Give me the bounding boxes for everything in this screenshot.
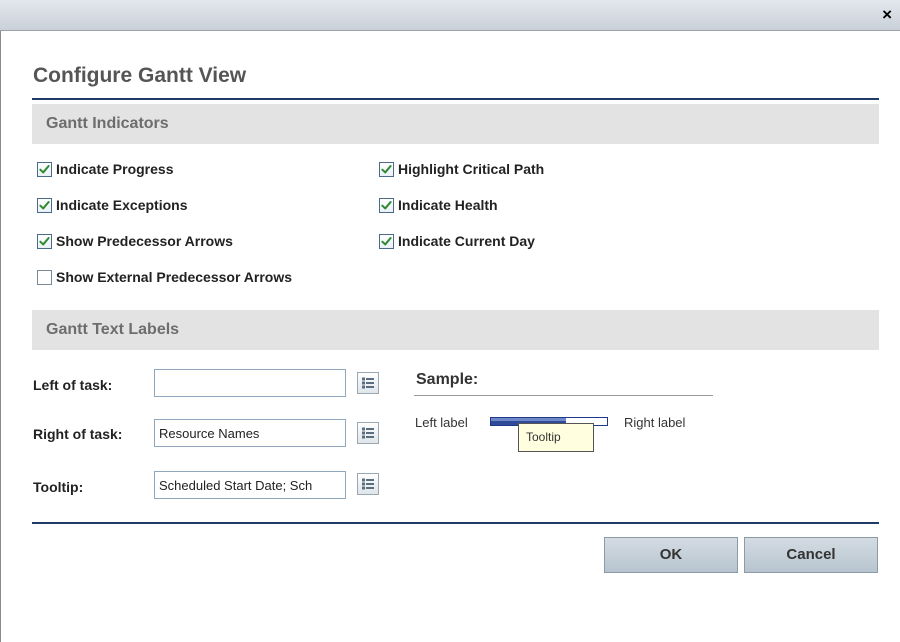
checkbox-box[interactable]: [37, 197, 52, 213]
window-titlebar: ×: [0, 0, 900, 31]
checkbox-box[interactable]: [37, 161, 52, 177]
section-header-gantt-indicators: Gantt Indicators: [32, 104, 879, 144]
checkbox-indicate-health[interactable]: Indicate Health: [379, 195, 498, 215]
tooltip-list-button[interactable]: [357, 473, 379, 495]
checkmark-icon: [39, 236, 50, 245]
left-of-task-label: Left of task:: [33, 377, 113, 393]
checkbox-label: Indicate Exceptions: [56, 197, 188, 213]
sample-right-label: Right label: [624, 415, 686, 430]
left-of-task-input[interactable]: [154, 369, 346, 397]
right-of-task-list-button[interactable]: [357, 422, 379, 444]
checkbox-indicate-progress[interactable]: Indicate Progress: [37, 159, 174, 179]
sample-gantt-progress-highlight: [491, 418, 567, 421]
sample-tooltip: Tooltip: [518, 423, 594, 452]
checkbox-label: Indicate Progress: [56, 161, 174, 177]
checkbox-show-predecessor-arrows[interactable]: Show Predecessor Arrows: [37, 231, 233, 251]
checkbox-box[interactable]: [37, 233, 52, 249]
close-icon[interactable]: ×: [882, 6, 892, 24]
checkmark-icon: [381, 200, 392, 209]
checkmark-icon: [39, 200, 50, 209]
list-icon: [362, 427, 374, 439]
right-of-task-label: Right of task:: [33, 426, 123, 442]
checkbox-label: Indicate Current Day: [398, 233, 535, 249]
checkmark-icon: [381, 236, 392, 245]
checkmark-icon: [39, 164, 50, 173]
list-icon: [362, 478, 374, 490]
checkbox-label: Show External Predecessor Arrows: [56, 269, 293, 285]
list-icon: [362, 377, 374, 389]
checkbox-label: Highlight Critical Path: [398, 161, 545, 177]
checkbox-box[interactable]: [379, 161, 394, 177]
section-header-gantt-text-labels: Gantt Text Labels: [32, 310, 879, 350]
title-divider: [32, 98, 879, 100]
checkbox-highlight-critical-path[interactable]: Highlight Critical Path: [379, 159, 544, 179]
checkbox-box[interactable]: [379, 233, 394, 249]
checkbox-show-external-predecessor-arrows[interactable]: Show External Predecessor Arrows: [37, 267, 292, 287]
left-of-task-list-button[interactable]: [357, 372, 379, 394]
checkbox-label: Indicate Health: [398, 197, 498, 213]
checkbox-indicate-current-day[interactable]: Indicate Current Day: [379, 231, 535, 251]
sample-divider: [414, 395, 713, 396]
checkbox-indicate-exceptions[interactable]: Indicate Exceptions: [37, 195, 187, 215]
checkbox-box[interactable]: [37, 269, 52, 285]
ok-button[interactable]: OK: [604, 537, 738, 573]
dialog-title: Configure Gantt View: [33, 64, 247, 87]
sample-title: Sample:: [416, 371, 479, 388]
footer-divider: [32, 522, 879, 524]
cancel-button[interactable]: Cancel: [744, 537, 878, 573]
checkbox-box[interactable]: [379, 197, 394, 213]
checkmark-icon: [381, 164, 392, 173]
right-of-task-input[interactable]: [154, 419, 346, 447]
tooltip-input[interactable]: [154, 471, 346, 499]
tooltip-label: Tooltip:: [33, 479, 84, 495]
window-left-border: [0, 0, 1, 642]
sample-left-label: Left label: [415, 415, 468, 430]
checkbox-label: Show Predecessor Arrows: [56, 233, 233, 249]
